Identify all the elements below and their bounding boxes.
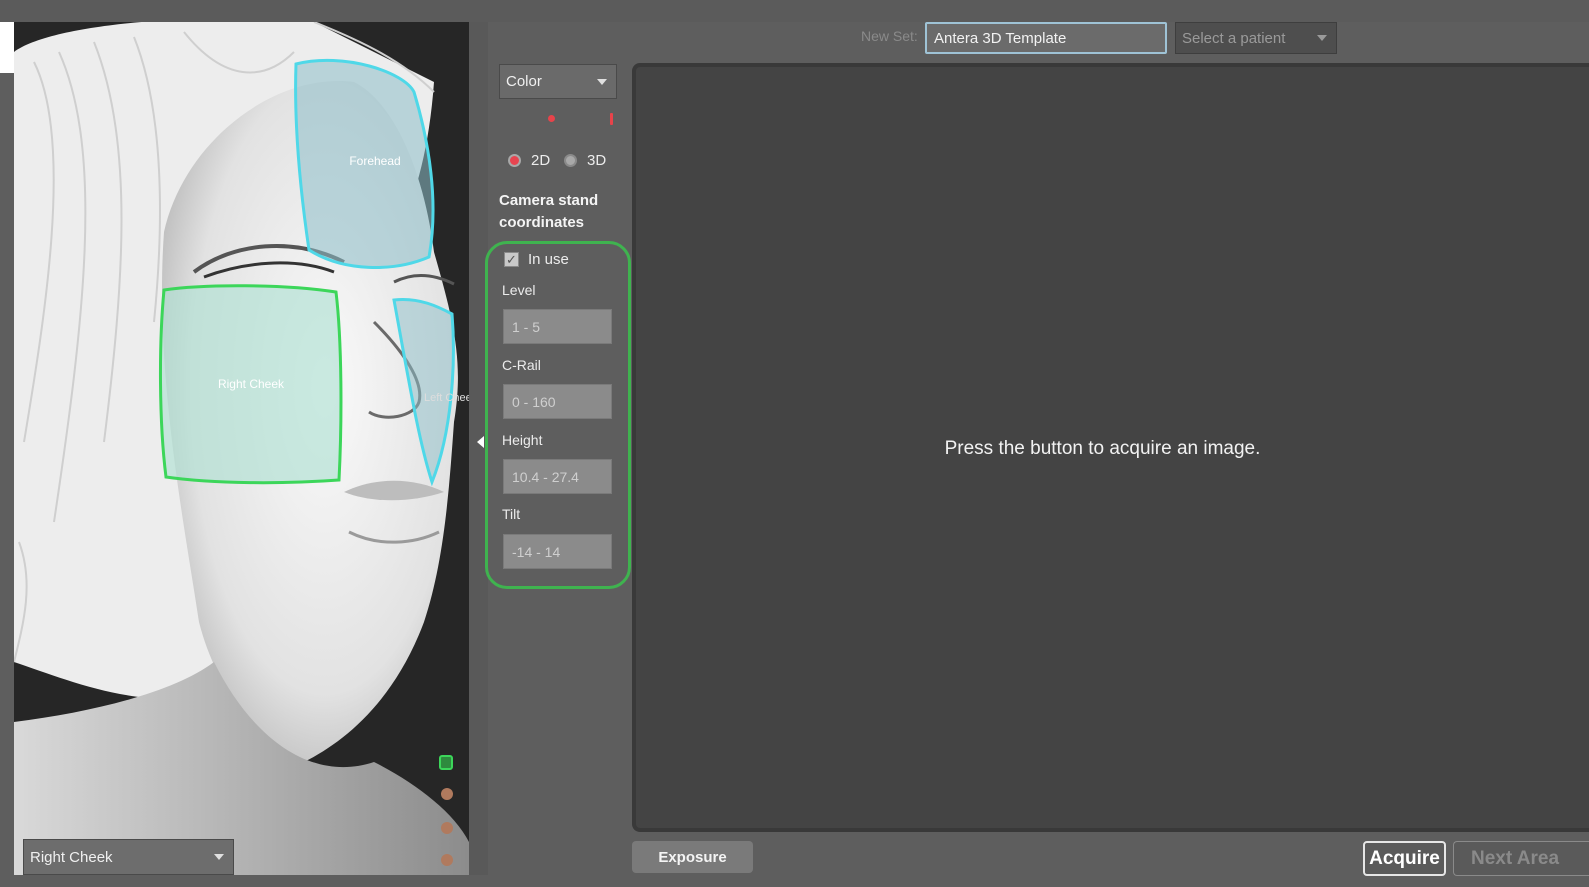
tilt-label: Tilt <box>502 506 521 522</box>
next-area-button[interactable]: Next Area <box>1453 841 1589 876</box>
face-model: Forehead Right Cheek Left Cheek <box>14 22 469 887</box>
right-cheek-region-label: Right Cheek <box>218 377 285 391</box>
height-label: Height <box>502 432 543 448</box>
top-bar <box>0 0 1589 22</box>
tilt-input[interactable]: -14 - 14 <box>503 534 612 569</box>
window-edge <box>0 22 14 73</box>
window-edge-strip <box>0 73 14 887</box>
region-select-value: Right Cheek <box>30 848 113 866</box>
height-input[interactable]: 10.4 - 27.4 <box>503 459 612 494</box>
acquire-button[interactable]: Acquire <box>1363 841 1446 876</box>
left-cheek-region-label: Left Cheek <box>424 392 469 404</box>
camera-stand-title-line2: coordinates <box>499 214 585 231</box>
in-use-label: In use <box>528 251 569 268</box>
c-rail-label: C-Rail <box>502 357 541 373</box>
level-label: Level <box>502 282 536 298</box>
camera-stand-title: Camera stand coordinates <box>499 190 619 234</box>
chevron-down-icon <box>214 854 224 860</box>
patient-select-placeholder: Select a patient <box>1182 29 1286 47</box>
patient-select[interactable]: Select a patient <box>1175 22 1337 54</box>
forehead-region-label: Forehead <box>349 154 400 168</box>
capture-mode-value: Color <box>506 73 542 90</box>
light-indicator-icon <box>548 115 555 122</box>
chevron-down-icon <box>597 78 607 85</box>
radio-2d-label: 2D <box>531 152 551 169</box>
head-thumbnail-icon[interactable] <box>441 854 453 866</box>
acquire-prompt: Press the button to acquire an image. <box>944 438 1261 459</box>
c-rail-input[interactable]: 0 - 160 <box>503 384 612 419</box>
status-indicator-icon <box>610 113 613 125</box>
chevron-down-icon <box>1317 35 1327 41</box>
in-use-checkbox[interactable]: ✓ <box>504 252 519 267</box>
head-thumbnail-icon[interactable] <box>441 788 453 800</box>
region-thumbnail-selected[interactable] <box>439 755 453 770</box>
capture-mode-select[interactable]: Color <box>499 64 617 99</box>
template-name-input[interactable]: Antera 3D Template <box>925 22 1167 54</box>
bottom-strip <box>0 875 1589 887</box>
radio-3d-label: 3D <box>587 152 607 169</box>
level-input[interactable]: 1 - 5 <box>503 309 612 344</box>
exposure-button[interactable]: Exposure <box>632 841 753 873</box>
radio-3d[interactable] <box>564 154 577 167</box>
new-set-label: New Set: <box>861 28 918 44</box>
head-thumbnail-icon[interactable] <box>441 822 453 834</box>
radio-2d[interactable] <box>508 154 521 167</box>
face-model-viewer[interactable]: Forehead Right Cheek Left Cheek <box>14 22 469 887</box>
camera-stand-title-line1: Camera stand <box>499 192 599 209</box>
region-select[interactable]: Right Cheek <box>23 839 234 875</box>
collapse-arrow-icon[interactable] <box>477 436 484 448</box>
